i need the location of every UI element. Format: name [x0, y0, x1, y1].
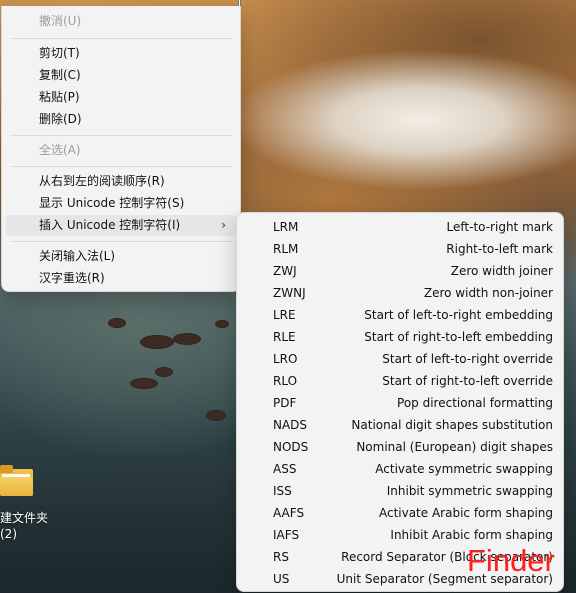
folder-front-icon: [0, 477, 33, 496]
copy-menu-item[interactable]: 复制(C): [6, 65, 236, 86]
submenu-item-iss[interactable]: ISS Inhibit symmetric swapping: [241, 480, 559, 502]
submenu-item-pdf[interactable]: PDF Pop directional formatting: [241, 392, 559, 414]
menu-separator: [10, 135, 232, 136]
submenu-item-abbr: RS: [273, 550, 289, 564]
rock-decoration: [215, 320, 229, 328]
cut-menu-item[interactable]: 剪切(T): [6, 43, 236, 64]
submenu-item-abbr: IAFS: [273, 528, 300, 542]
submenu-item-description: Nominal (European) digit shapes: [356, 440, 553, 454]
submenu-item-abbr: NADS: [273, 418, 308, 432]
submenu-item-description: Start of right-to-left embedding: [364, 330, 553, 344]
insert-unicode-control-menu-item[interactable]: 插入 Unicode 控制字符(I) ›: [6, 215, 236, 236]
submenu-item-abbr: ASS: [273, 462, 297, 476]
submenu-item-nads[interactable]: NADS National digit shapes substitution: [241, 414, 559, 436]
desktop-background: 建文件夹 (2) 撤消(U) 剪切(T) 复制(C) 粘贴(P) 删除(D) 全…: [0, 0, 576, 593]
text-context-menu: 撤消(U) 剪切(T) 复制(C) 粘贴(P) 删除(D) 全选(A) 从右到左…: [1, 6, 241, 292]
rock-decoration: [173, 333, 201, 345]
rock-decoration: [130, 378, 158, 389]
paste-menu-item[interactable]: 粘贴(P): [6, 87, 236, 108]
reconversion-menu-item[interactable]: 汉字重选(R): [6, 268, 236, 289]
submenu-item-rlm[interactable]: RLM Right-to-left mark: [241, 238, 559, 260]
chevron-right-icon: ›: [221, 218, 226, 232]
submenu-item-abbr: US: [273, 572, 290, 586]
submenu-item-ass[interactable]: ASS Activate symmetric swapping: [241, 458, 559, 480]
rock-decoration: [155, 367, 173, 377]
rock-decoration: [140, 335, 174, 349]
show-unicode-control-menu-item[interactable]: 显示 Unicode 控制字符(S): [6, 193, 236, 214]
submenu-item-abbr: LRO: [273, 352, 298, 366]
submenu-item-aafs[interactable]: AAFS Activate Arabic form shaping: [241, 502, 559, 524]
submenu-item-lre[interactable]: LRE Start of left-to-right embedding: [241, 304, 559, 326]
submenu-item-abbr: AAFS: [273, 506, 305, 520]
submenu-item-description: Start of left-to-right embedding: [364, 308, 553, 322]
submenu-item-description: Inhibit symmetric swapping: [386, 484, 553, 498]
submenu-item-rlo[interactable]: RLO Start of right-to-left override: [241, 370, 559, 392]
menu-separator: [10, 166, 232, 167]
submenu-item-description: National digit shapes substitution: [351, 418, 553, 432]
submenu-item-description: Right-to-left mark: [446, 242, 553, 256]
submenu-item-lrm[interactable]: LRM Left-to-right mark: [241, 216, 559, 238]
rock-decoration: [108, 318, 126, 328]
submenu-item-abbr: LRE: [273, 308, 296, 322]
submenu-item-description: Activate Arabic form shaping: [378, 506, 553, 520]
submenu-item-abbr: LRM: [273, 220, 299, 234]
submenu-item-abbr: RLM: [273, 242, 299, 256]
delete-menu-item[interactable]: 删除(D): [6, 109, 236, 130]
submenu-item-abbr: ZWNJ: [273, 286, 306, 300]
submenu-item-description: Zero width joiner: [450, 264, 553, 278]
unicode-control-submenu: LRM Left-to-right mark RLM Right-to-left m…: [236, 212, 564, 592]
submenu-item-abbr: RLE: [273, 330, 296, 344]
select-all-menu-item[interactable]: 全选(A): [6, 140, 236, 161]
desktop-folder-label: 建文件夹 (2): [0, 511, 49, 541]
desktop-folder-icon[interactable]: [0, 465, 38, 497]
menu-separator: [10, 38, 232, 39]
submenu-item-zwnj[interactable]: ZWNJ Zero width non-joiner: [241, 282, 559, 304]
submenu-item-zwj[interactable]: ZWJ Zero width joiner: [241, 260, 559, 282]
menu-separator: [10, 241, 232, 242]
submenu-item-abbr: NODS: [273, 440, 309, 454]
submenu-item-description: Left-to-right mark: [446, 220, 553, 234]
submenu-item-description: Start of left-to-right override: [382, 352, 553, 366]
folder-tab-icon: [0, 465, 13, 473]
submenu-item-description: Activate symmetric swapping: [375, 462, 553, 476]
rtl-reading-order-menu-item[interactable]: 从右到左的阅读顺序(R): [6, 171, 236, 192]
submenu-item-nods[interactable]: NODS Nominal (European) digit shapes: [241, 436, 559, 458]
submenu-item-abbr: ISS: [273, 484, 292, 498]
submenu-item-abbr: ZWJ: [273, 264, 297, 278]
submenu-item-abbr: RLO: [273, 374, 298, 388]
submenu-item-abbr: PDF: [273, 396, 297, 410]
finder-watermark: Finder: [467, 543, 555, 578]
submenu-item-description: Pop directional formatting: [397, 396, 553, 410]
close-ime-menu-item[interactable]: 关闭输入法(L): [6, 246, 236, 267]
submenu-item-description: Zero width non-joiner: [423, 286, 553, 300]
rock-decoration: [206, 410, 226, 421]
insert-unicode-control-label: 插入 Unicode 控制字符(I): [39, 218, 181, 232]
submenu-item-rle[interactable]: RLE Start of right-to-left embedding: [241, 326, 559, 348]
undo-menu-item[interactable]: 撤消(U): [6, 11, 236, 32]
submenu-item-description: Start of right-to-left override: [382, 374, 553, 388]
submenu-item-lro[interactable]: LRO Start of left-to-right override: [241, 348, 559, 370]
